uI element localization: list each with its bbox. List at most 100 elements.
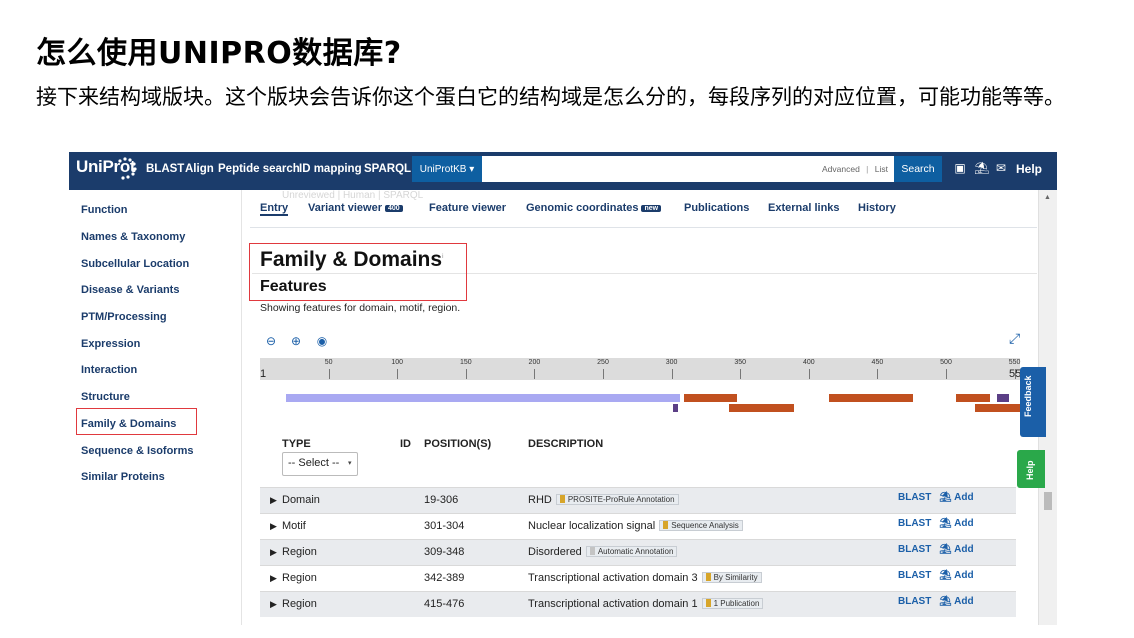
row-position: 342-389 xyxy=(424,572,465,584)
feature-domain-bar[interactable] xyxy=(286,394,680,402)
search-input[interactable]: Advanced | List xyxy=(482,156,894,182)
evidence-tag[interactable]: PROSITE-ProRule Annotation xyxy=(555,494,679,505)
type-filter-select[interactable]: -- Select -- xyxy=(282,452,358,476)
sidebar-item-similar-proteins[interactable]: Similar Proteins xyxy=(81,471,165,483)
advanced-search-link[interactable]: Advanced xyxy=(822,164,860,174)
ruler-tick-label: 450 xyxy=(871,359,884,366)
evidence-tag[interactable]: By Similarity xyxy=(701,572,762,583)
add-label: Add xyxy=(954,544,974,555)
sidebar-item-interaction[interactable]: Interaction xyxy=(81,364,137,376)
table-row[interactable]: ▶ Domain 19-306 RHD PROSITE-ProRule Annot… xyxy=(260,487,1016,513)
scroll-up-icon[interactable]: ▲ xyxy=(1044,194,1051,201)
feature-region-bar[interactable] xyxy=(955,394,990,402)
mail-icon[interactable]: ✉ xyxy=(994,161,1008,175)
evidence-flag-icon xyxy=(589,547,595,555)
ruler-tick xyxy=(740,369,742,379)
ruler-tick-label: 500 xyxy=(940,359,952,366)
tab-genomic-coordinates[interactable]: Genomic coordinates new xyxy=(526,202,662,214)
table-row[interactable]: ▶ Region 415-476 Transcriptional activat… xyxy=(260,591,1016,617)
new-badge: new xyxy=(641,205,662,212)
add-to-basket-link[interactable]: ⛱ Add xyxy=(939,544,974,555)
list-search-link[interactable]: List xyxy=(875,164,888,174)
feature-region-bar[interactable] xyxy=(683,394,738,402)
add-to-basket-link[interactable]: ⛱ Add xyxy=(939,596,974,607)
basket-icon: ⛱ xyxy=(939,596,955,607)
nav-align[interactable]: Align xyxy=(185,163,214,175)
expand-row-icon[interactable]: ▶ xyxy=(270,495,277,506)
blast-link[interactable]: BLAST xyxy=(898,596,931,607)
add-to-basket-link[interactable]: ⛱ Add xyxy=(939,492,974,503)
blast-link[interactable]: BLAST xyxy=(898,570,931,581)
sidebar-item-function[interactable]: Function xyxy=(81,204,127,216)
expand-row-icon[interactable]: ▶ xyxy=(270,547,277,558)
help-floating-button[interactable]: Help xyxy=(1017,450,1045,488)
zoom-in-icon[interactable]: ⊕ xyxy=(289,334,303,348)
table-row[interactable]: ▶ Region 309-348 Disordered Automatic Ann… xyxy=(260,539,1016,565)
evidence-tag[interactable]: 1 Publication xyxy=(701,598,764,609)
expand-row-icon[interactable]: ▶ xyxy=(270,573,277,584)
add-to-basket-link[interactable]: ⛱ Add xyxy=(939,570,974,581)
uniprot-screenshot: UniProt BLAST Align Peptide search ID ma… xyxy=(69,152,1057,625)
nav-id-mapping[interactable]: ID mapping xyxy=(299,163,362,175)
tab-external-links[interactable]: External links xyxy=(768,202,840,214)
feature-region-bar[interactable] xyxy=(829,394,914,402)
blast-link[interactable]: BLAST xyxy=(898,544,931,555)
nav-blast[interactable]: BLAST xyxy=(146,163,184,175)
table-row[interactable]: ▶ Region 342-389 Transcriptional activat… xyxy=(260,565,1016,591)
fullscreen-icon[interactable]: ⤢ xyxy=(1009,330,1020,347)
col-type: TYPE xyxy=(282,438,311,450)
tab-entry[interactable]: Entry xyxy=(260,202,289,216)
nav-peptide-search[interactable]: Peptide search xyxy=(218,163,300,175)
tab-variant-viewer-label: Variant viewer xyxy=(308,202,382,214)
feature-region-bar[interactable] xyxy=(974,404,1020,412)
col-position: POSITION(S) xyxy=(424,438,492,450)
evidence-label: 1 Publication xyxy=(713,599,760,608)
row-description: Transcriptional activation domain 1 1 Pub… xyxy=(528,598,764,610)
sidebar-item-sequence-isoforms[interactable]: Sequence & Isoforms xyxy=(81,445,193,457)
tab-publications[interactable]: Publications xyxy=(684,202,749,214)
database-select[interactable]: UniProtKB ▾ xyxy=(412,156,482,182)
blast-link[interactable]: BLAST xyxy=(898,518,931,529)
sequence-ruler[interactable]: 50 100 150 200 250 300 350 400 450 500 550 xyxy=(260,358,1020,380)
tab-variant-viewer[interactable]: Variant viewer 400 xyxy=(308,202,403,214)
toolbox-icon[interactable]: ▣ xyxy=(953,161,967,175)
expand-row-icon[interactable]: ▶ xyxy=(270,521,277,532)
help-link[interactable]: Help xyxy=(1016,162,1042,176)
blast-link[interactable]: BLAST xyxy=(898,492,931,503)
sequence-view-icon[interactable]: ◉ xyxy=(315,334,329,348)
sidebar-item-expression[interactable]: Expression xyxy=(81,338,140,350)
sidebar-item-ptm-processing[interactable]: PTM/Processing xyxy=(81,311,167,323)
ruler-tick-label: 350 xyxy=(734,359,747,366)
sidebar-item-names-taxonomy[interactable]: Names & Taxonomy xyxy=(81,231,185,243)
row-description-text: Disordered xyxy=(528,546,582,558)
scroll-thumb[interactable] xyxy=(1044,492,1052,510)
expand-row-icon[interactable]: ▶ xyxy=(270,599,277,610)
basket-icon[interactable]: ⛱ xyxy=(974,161,989,175)
nav-sparql[interactable]: SPARQL xyxy=(364,163,411,175)
evidence-flag-icon xyxy=(705,599,711,607)
evidence-tag[interactable]: Automatic Annotation xyxy=(585,546,678,557)
row-position: 19-306 xyxy=(424,494,459,506)
sidebar-item-disease-variants[interactable]: Disease & Variants xyxy=(81,284,179,296)
ruler-tick-label: 200 xyxy=(528,359,541,366)
tab-history[interactable]: History xyxy=(858,202,896,214)
col-description: DESCRIPTION xyxy=(528,438,604,450)
sidebar-item-structure[interactable]: Structure xyxy=(81,391,130,403)
add-to-basket-link[interactable]: ⛱ Add xyxy=(939,518,974,529)
sidebar-item-subcellular-location[interactable]: Subcellular Location xyxy=(81,258,189,270)
zoom-out-icon[interactable]: ⊖ xyxy=(264,334,278,348)
feature-motif-bar[interactable] xyxy=(996,394,1010,402)
feedback-button[interactable]: Feedback xyxy=(1020,367,1046,437)
row-position: 301-304 xyxy=(424,520,465,532)
uniprot-logo-dots-icon xyxy=(118,157,137,180)
search-button[interactable]: Search xyxy=(894,156,942,182)
evidence-label: Automatic Annotation xyxy=(597,547,674,556)
row-type: Domain xyxy=(282,494,320,506)
evidence-tag[interactable]: Sequence Analysis xyxy=(659,520,743,531)
tab-feature-viewer[interactable]: Feature viewer xyxy=(429,202,506,214)
feature-motif-bar[interactable] xyxy=(672,404,678,412)
table-row[interactable]: ▶ Motif 301-304 Nuclear localization sig… xyxy=(260,513,1016,539)
highlight-box-title xyxy=(249,243,467,301)
evidence-label: By Similarity xyxy=(713,573,758,582)
feature-region-bar[interactable] xyxy=(729,404,794,412)
